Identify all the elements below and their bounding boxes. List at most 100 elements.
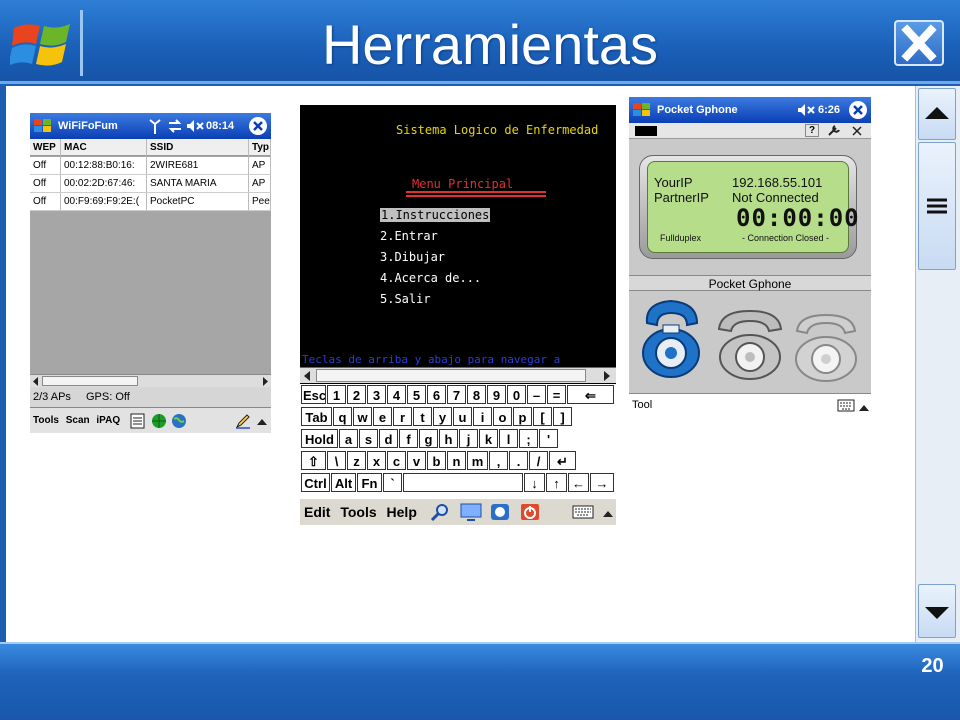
caret-up-icon[interactable] [859,403,869,411]
hscroll-thumb[interactable] [42,376,138,386]
key-w[interactable]: w [353,407,372,426]
monitor-icon[interactable] [460,503,482,521]
key-7[interactable]: 7 [447,385,466,404]
menu-item-dibujar[interactable]: 3.Dibujar [380,250,445,264]
dial-phone-icon[interactable] [635,295,709,383]
key-comma[interactable]: , [489,451,508,470]
key-i[interactable]: i [473,407,492,426]
key-g[interactable]: g [419,429,438,448]
key-m[interactable]: m [467,451,488,470]
key-a[interactable]: a [339,429,358,448]
key-space[interactable] [403,473,523,492]
key-5[interactable]: 5 [407,385,426,404]
key-o[interactable]: o [493,407,512,426]
key-z[interactable]: z [347,451,366,470]
hangup-phone-icon[interactable] [713,305,787,383]
arrow-left-icon[interactable] [32,377,40,386]
key-n[interactable]: n [447,451,466,470]
key-minus[interactable]: – [527,385,546,404]
globe-icon[interactable] [171,413,187,429]
green-globe-icon[interactable] [151,413,167,429]
phone-disabled-icon[interactable] [789,309,863,385]
caret-up-icon[interactable] [603,509,613,517]
power-icon[interactable] [520,503,540,521]
key-k[interactable]: k [479,429,498,448]
table-row[interactable]: Off 00:02:2D:67:46: SANTA MARIA AP [30,175,271,193]
wrench-icon[interactable] [827,125,841,137]
magnifier-icon[interactable] [430,503,450,521]
med-hscrollbar[interactable] [300,367,616,383]
menu-ipaq[interactable]: iPAQ [96,415,120,426]
scroll-up-button[interactable] [918,88,956,140]
key-4[interactable]: 4 [387,385,406,404]
key-bracket-close[interactable]: ] [553,407,572,426]
menu-item-instrucciones[interactable]: 1.Instrucciones [380,208,491,222]
close-icon[interactable] [851,125,863,137]
key-left[interactable]: ← [568,473,589,492]
key-ctrl[interactable]: Ctrl [301,473,330,492]
table-row[interactable]: Off 00:12:88:B0:16: 2WIRE681 AP [30,157,271,175]
key-b[interactable]: b [427,451,446,470]
key-3[interactable]: 3 [367,385,386,404]
help-icon[interactable]: ? [805,124,819,137]
key-8[interactable]: 8 [467,385,486,404]
table-row[interactable]: Off 00:F9:69:F9:2E:( PocketPC Pee [30,193,271,211]
key-u[interactable]: u [453,407,472,426]
col-wep[interactable]: WEP [30,139,61,156]
key-hold[interactable]: Hold [301,429,338,448]
menu-item-salir[interactable]: 5.Salir [380,292,431,306]
key-tab[interactable]: Tab [301,407,332,426]
key-x[interactable]: x [367,451,386,470]
arrow-right-icon[interactable] [603,371,611,381]
menu-tools[interactable]: Tools [33,415,59,426]
start-flag-icon[interactable] [632,101,652,119]
key-bracket-open[interactable]: [ [533,407,552,426]
close-circle-icon[interactable] [248,116,268,136]
key-0[interactable]: 0 [507,385,526,404]
pen-icon[interactable] [235,413,251,429]
key-up[interactable]: ↑ [546,473,567,492]
keyboard-icon[interactable] [837,399,855,412]
app-icon[interactable] [490,503,510,521]
key-1[interactable]: 1 [327,385,346,404]
menu-item-entrar[interactable]: 2.Entrar [380,229,438,243]
wifi-hscrollbar[interactable] [30,374,271,387]
key-h[interactable]: h [439,429,458,448]
menu-tool[interactable]: Tool [632,399,652,411]
key-equals[interactable]: = [547,385,566,404]
menu-item-acerca[interactable]: 4.Acerca de... [380,271,481,285]
scroll-down-button[interactable] [918,584,956,638]
key-6[interactable]: 6 [427,385,446,404]
notes-icon[interactable] [130,413,146,429]
menu-scan[interactable]: Scan [66,415,90,426]
key-down[interactable]: ↓ [524,473,545,492]
hscroll-thumb[interactable] [316,369,586,382]
col-type[interactable]: Typ [249,139,271,156]
key-s[interactable]: s [359,429,378,448]
key-l[interactable]: l [499,429,518,448]
keyboard-icon[interactable] [572,505,594,519]
key-v[interactable]: v [407,451,426,470]
key-r[interactable]: r [393,407,412,426]
arrow-right-icon[interactable] [261,377,269,386]
menu-help[interactable]: Help [387,504,417,520]
key-quote[interactable]: ' [539,429,558,448]
key-esc[interactable]: Esc [301,385,326,404]
key-semicolon[interactable]: ; [519,429,538,448]
key-enter[interactable]: ↵ [549,451,576,470]
key-backspace[interactable]: ⇐ [567,385,614,404]
arrow-left-icon[interactable] [303,371,311,381]
close-circle-icon[interactable] [848,100,868,120]
key-y[interactable]: y [433,407,452,426]
key-d[interactable]: d [379,429,398,448]
close-button[interactable] [894,20,944,66]
key-j[interactable]: j [459,429,478,448]
key-period[interactable]: . [509,451,528,470]
scroll-thumb[interactable] [918,142,956,270]
menu-tools[interactable]: Tools [340,504,376,520]
key-shift[interactable]: ⇧ [301,451,326,470]
menu-edit[interactable]: Edit [304,504,330,520]
key-c[interactable]: c [387,451,406,470]
key-backslash[interactable]: \ [327,451,346,470]
key-right[interactable]: → [590,473,614,492]
